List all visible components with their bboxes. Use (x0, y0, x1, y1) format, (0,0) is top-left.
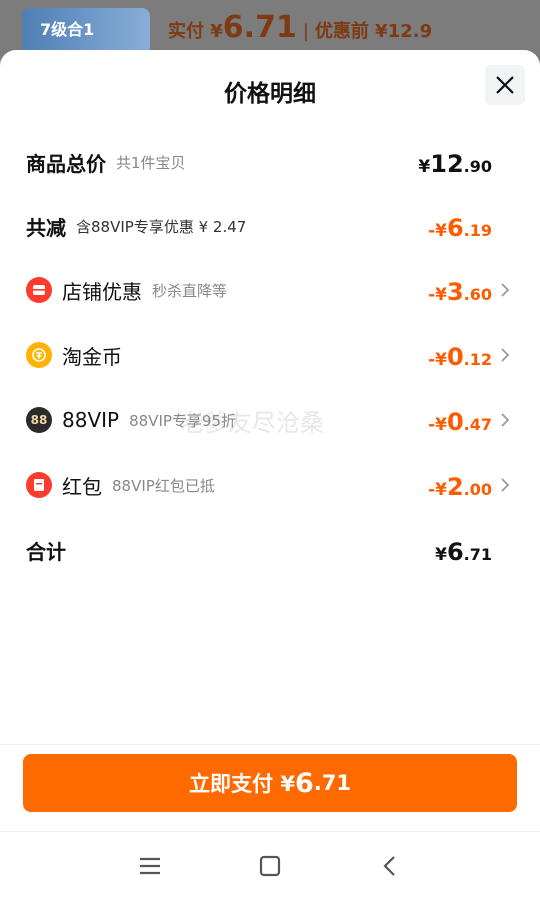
vip-88-icon: 88 (26, 407, 52, 433)
watermark-text: 老爹友尽沧桑 (180, 409, 324, 437)
nav-back-button[interactable] (370, 846, 410, 886)
close-icon (496, 76, 514, 94)
chevron-right-icon (501, 478, 510, 492)
gold-coin-amount: -¥ 0.12 (428, 343, 492, 371)
system-navigation-bar (0, 832, 540, 900)
row-red-packet[interactable]: 红包 88VIP红包已抵 -¥ 2.00 (0, 465, 540, 505)
total-price-amount: ¥12.90 (418, 150, 492, 178)
vip-discount-amount: -¥ 0.47 (428, 408, 492, 436)
total-sum-amount: ¥6.71 (435, 538, 492, 566)
gold-coin-icon (26, 342, 52, 368)
row-shop-discount[interactable]: 店铺优惠 秒杀直降等 -¥ 3.60 (0, 270, 540, 310)
divider (0, 744, 540, 745)
row-total-sum: 合计 ¥6.71 (0, 530, 540, 570)
chevron-right-icon (501, 348, 510, 362)
product-tag: 7级合1 (40, 20, 95, 39)
menu-icon (140, 857, 160, 875)
background-pay-summary: 实付 ¥6.71 | 优惠前 ¥12.9 (168, 10, 433, 45)
nav-menu-button[interactable] (130, 846, 170, 886)
row-total-discount: 共减 含88VIP专享优惠 ¥ 2.47 -¥ 6.19 (0, 206, 540, 246)
price-detail-sheet: 价格明细 商品总价 共1件宝贝 ¥12.90 共减 含88VIP专享优惠 ¥ 2… (0, 50, 540, 900)
pay-now-button[interactable]: 立即支付 ¥6.71 (23, 754, 517, 812)
row-total-price: 商品总价 共1件宝贝 ¥12.90 (0, 142, 540, 182)
chevron-right-icon (501, 283, 510, 297)
shop-discount-amount: -¥ 3.60 (428, 278, 492, 306)
product-thumbnail: 7级合1 (22, 8, 150, 54)
close-button[interactable] (485, 65, 525, 105)
home-icon (259, 855, 281, 877)
nav-home-button[interactable] (250, 846, 290, 886)
chevron-right-icon (501, 413, 510, 427)
sheet-title: 价格明细 (224, 81, 316, 107)
red-packet-icon (26, 472, 52, 498)
shop-coupon-icon (26, 277, 52, 303)
total-discount-amount: -¥ 6.19 (428, 214, 492, 242)
red-packet-amount: -¥ 2.00 (428, 473, 492, 501)
row-gold-coin[interactable]: 淘金币 -¥ 0.12 (0, 335, 540, 375)
back-icon (383, 856, 395, 876)
